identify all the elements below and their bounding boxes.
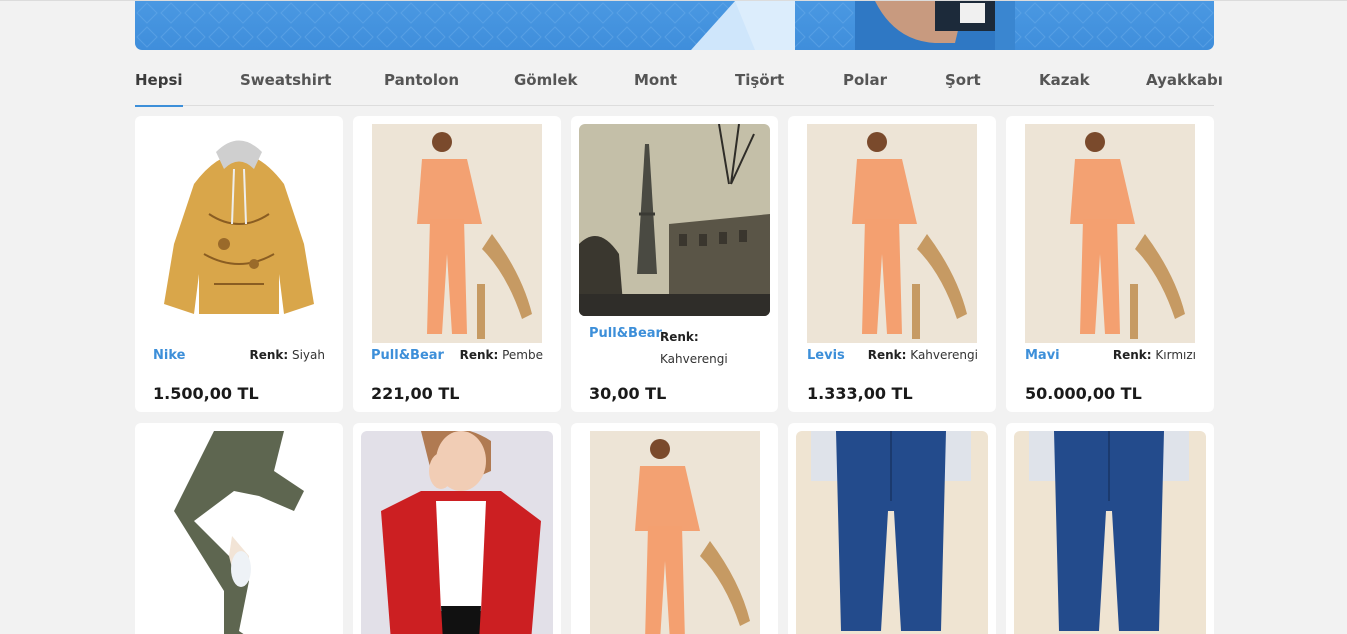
product-price: 50.000,00 TL xyxy=(1025,384,1142,403)
product-image-hoodie[interactable] xyxy=(154,124,324,343)
color-value: Kırmızı xyxy=(1155,348,1196,362)
color-value: Pembe xyxy=(502,348,543,362)
color-value: Siyah xyxy=(291,348,325,362)
tab-pantolon[interactable]: Pantolon xyxy=(384,66,459,106)
product-image-suit[interactable] xyxy=(1025,124,1195,343)
product-brand[interactable]: Mavi xyxy=(1025,348,1060,363)
product-image-suit[interactable] xyxy=(372,124,542,343)
product-card[interactable] xyxy=(1006,423,1214,634)
tab-hepsi[interactable]: Hepsi xyxy=(135,66,183,107)
tab-ayakkabi[interactable]: Ayakkabı xyxy=(1146,66,1223,106)
product-card[interactable]: Pull&Bear Renk: Pembe 221,00 TL xyxy=(353,116,561,412)
product-card[interactable]: Levis Renk: Kahverengi 1.333,00 TL xyxy=(788,116,996,412)
product-brand[interactable]: Levis xyxy=(807,348,845,363)
product-brand[interactable]: Pull&Bear xyxy=(589,326,662,341)
tab-sweatshirt[interactable]: Sweatshirt xyxy=(240,66,331,106)
category-tabs: Hepsi Sweatshirt Pantolon Gömlek Mont Ti… xyxy=(135,66,1223,107)
color-label: Renk: xyxy=(867,348,907,362)
tab-gomlek[interactable]: Gömlek xyxy=(514,66,578,106)
product-image-suit[interactable] xyxy=(590,431,760,634)
product-price: 1.500,00 TL xyxy=(153,384,259,403)
product-image-jogger[interactable] xyxy=(154,431,324,634)
tab-polar[interactable]: Polar xyxy=(843,66,887,106)
product-brand[interactable]: Nike xyxy=(153,348,185,363)
product-card[interactable] xyxy=(353,423,561,634)
color-label: Renk: xyxy=(660,330,699,344)
color-label: Renk: xyxy=(249,348,289,362)
product-image-photo[interactable] xyxy=(579,124,770,316)
product-card[interactable] xyxy=(788,423,996,634)
tab-kazak[interactable]: Kazak xyxy=(1039,66,1090,106)
color-value: Kahverengi xyxy=(660,352,728,366)
product-brand[interactable]: Pull&Bear xyxy=(371,348,444,363)
product-image-jeans[interactable] xyxy=(796,431,988,634)
product-color: Renk: Kahverengi xyxy=(660,326,728,370)
product-color: Renk: Kahverengi xyxy=(868,348,978,362)
product-image-suit[interactable] xyxy=(807,124,977,343)
product-card[interactable]: Nike Renk: Siyah 1.500,00 TL xyxy=(135,116,343,412)
product-color: Renk: Siyah xyxy=(249,348,325,362)
product-image-jeans[interactable] xyxy=(1014,431,1206,634)
promo-banner[interactable] xyxy=(135,1,1214,50)
banner-art xyxy=(135,1,1214,50)
product-color: Renk: Kırmızı xyxy=(1113,348,1196,362)
product-card[interactable] xyxy=(135,423,343,634)
product-price: 221,00 TL xyxy=(371,384,460,403)
color-value: Kahverengi xyxy=(910,348,978,362)
tab-tisort[interactable]: Tişört xyxy=(735,66,784,106)
color-label: Renk: xyxy=(1112,348,1152,362)
product-image-blazer[interactable] xyxy=(361,431,553,634)
tab-mont[interactable]: Mont xyxy=(634,66,677,106)
color-label: Renk: xyxy=(459,348,499,362)
product-card[interactable] xyxy=(571,423,778,634)
product-price: 30,00 TL xyxy=(589,384,667,403)
product-card[interactable]: Pull&Bear Renk: Kahverengi 30,00 TL xyxy=(571,116,778,412)
product-price: 1.333,00 TL xyxy=(807,384,913,403)
tab-sort[interactable]: Şort xyxy=(945,66,981,106)
product-color: Renk: Pembe xyxy=(460,348,543,362)
product-card[interactable]: Mavi Renk: Kırmızı 50.000,00 TL xyxy=(1006,116,1214,412)
